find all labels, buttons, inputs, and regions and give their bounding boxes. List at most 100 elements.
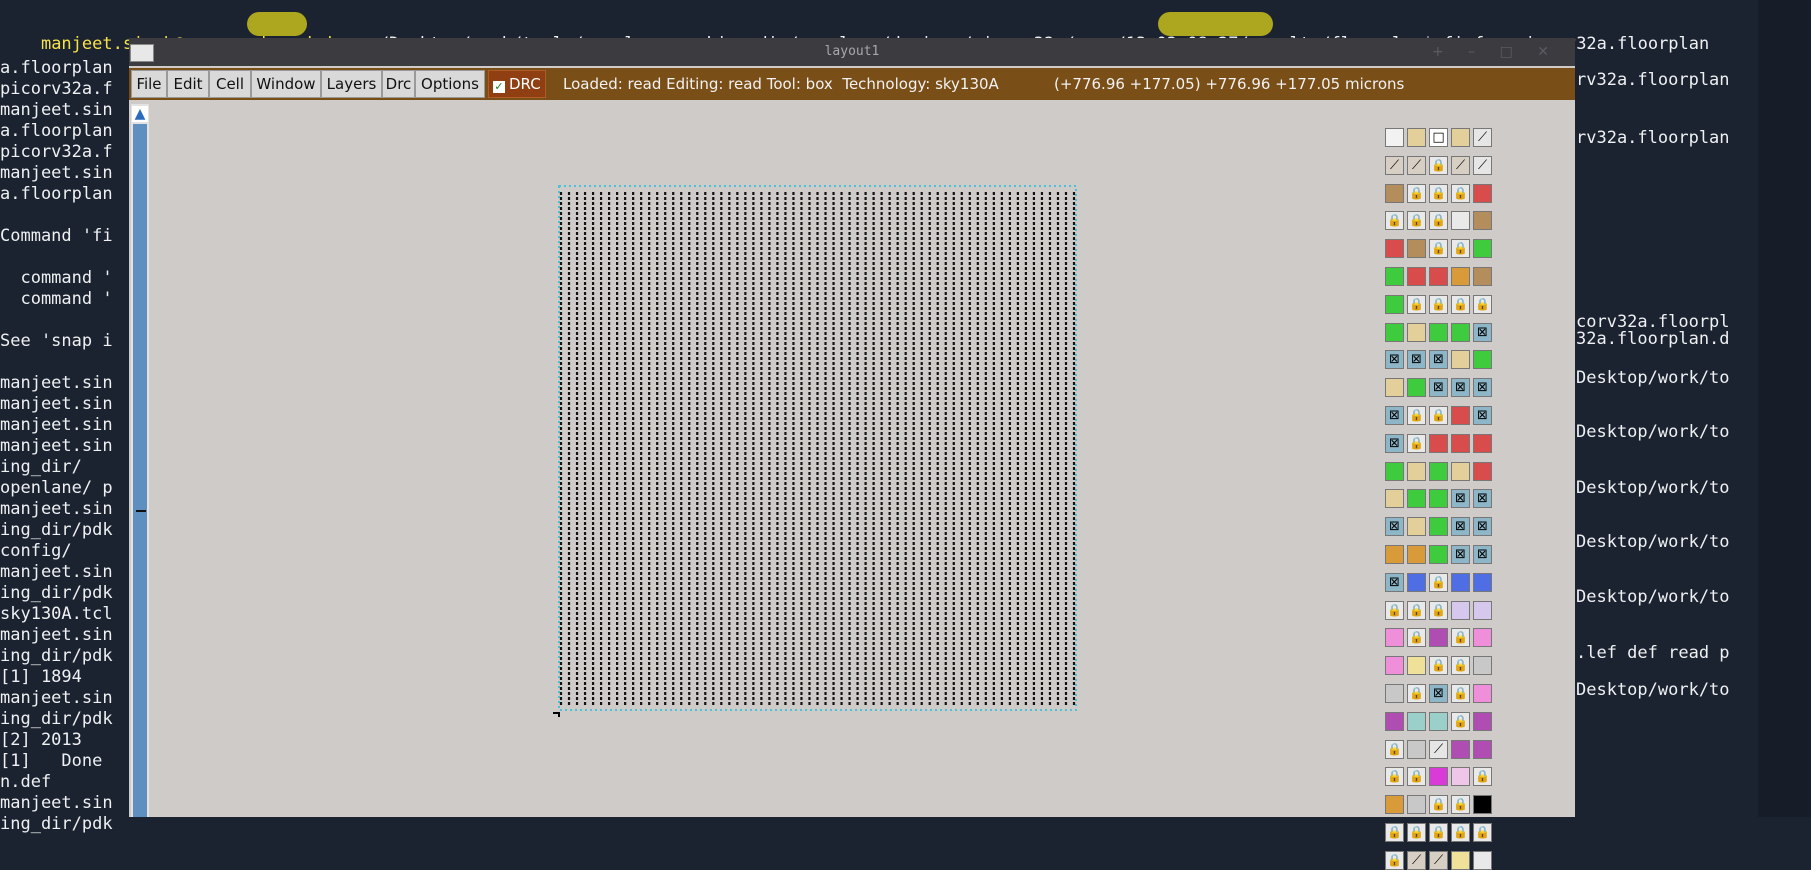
layer-box-icon[interactable]: □ xyxy=(1429,128,1448,147)
menu-cell[interactable]: Cell xyxy=(209,70,251,98)
drc-toggle[interactable]: ✓ DRC xyxy=(488,70,546,98)
layer-cross-icon[interactable]: ⊠ xyxy=(1407,350,1426,370)
layer-cross-icon[interactable]: ⊠ xyxy=(1429,684,1448,703)
layer-blank-icon[interactable] xyxy=(1451,211,1470,231)
layer-lock-icon[interactable] xyxy=(1385,850,1404,870)
layer-lock-icon[interactable] xyxy=(1429,239,1448,259)
layer-tan-icon[interactable] xyxy=(1407,461,1426,481)
layer-lock-icon[interactable] xyxy=(1429,600,1448,620)
layer-lock-icon[interactable] xyxy=(1429,656,1448,676)
layer-lock-icon[interactable] xyxy=(1451,294,1470,314)
layer-lock-icon[interactable] xyxy=(1385,739,1404,759)
menu-options[interactable]: Options xyxy=(415,70,485,98)
layer-hatch-icon[interactable]: ⟋ xyxy=(1451,155,1470,175)
layer-tan-icon[interactable] xyxy=(1407,517,1426,537)
layer-lock-icon[interactable] xyxy=(1451,684,1470,703)
layer-brown-icon[interactable] xyxy=(1473,267,1492,286)
layer-tan-icon[interactable] xyxy=(1451,128,1470,147)
menu-edit[interactable]: Edit xyxy=(167,70,209,98)
layer-tan-icon[interactable] xyxy=(1407,128,1426,147)
layer-grey-icon[interactable] xyxy=(1385,684,1404,703)
layer-lock-icon[interactable] xyxy=(1451,823,1470,842)
layer-lock-icon[interactable] xyxy=(1385,211,1404,231)
layer-cross-icon[interactable]: ⊠ xyxy=(1385,350,1404,370)
layer-grey-icon[interactable] xyxy=(1407,795,1426,815)
layer-green-icon[interactable] xyxy=(1429,489,1448,509)
layer-pink-icon[interactable] xyxy=(1385,628,1404,648)
scrollbar-thumb-marker[interactable] xyxy=(136,510,146,512)
layer-diagonal-icon[interactable]: ⟋ xyxy=(1473,128,1492,147)
layer-green-icon[interactable] xyxy=(1473,350,1492,370)
layer-lock-icon[interactable] xyxy=(1451,183,1470,203)
layer-lock-icon[interactable] xyxy=(1407,433,1426,453)
layer-brown-icon[interactable] xyxy=(1385,183,1404,203)
layer-lavender-icon[interactable] xyxy=(1473,600,1492,620)
layer-lock-icon[interactable] xyxy=(1407,684,1426,703)
layer-lock-icon[interactable] xyxy=(1407,294,1426,314)
layer-green-icon[interactable] xyxy=(1429,545,1448,564)
layer-tan-icon[interactable] xyxy=(1385,489,1404,509)
layer-hatch-icon[interactable]: ⟋ xyxy=(1407,850,1426,870)
vertical-scrollbar[interactable]: ▲ xyxy=(131,104,149,817)
layer-lock-icon[interactable] xyxy=(1429,183,1448,203)
layer-grid-icon[interactable] xyxy=(1385,128,1404,147)
scrollbar-track[interactable] xyxy=(133,124,147,817)
layer-lock-icon[interactable] xyxy=(1407,600,1426,620)
layer-lock-icon[interactable] xyxy=(1385,600,1404,620)
layer-pink-icon[interactable] xyxy=(1473,684,1492,703)
layer-green-icon[interactable] xyxy=(1407,489,1426,509)
layer-lock-icon[interactable] xyxy=(1407,183,1426,203)
layer-red-icon[interactable] xyxy=(1451,406,1470,425)
layer-hatch-icon[interactable]: ⟋ xyxy=(1429,850,1448,870)
layer-lavender-icon[interactable] xyxy=(1451,600,1470,620)
layer-lock-icon[interactable] xyxy=(1429,294,1448,314)
layer-cross-icon[interactable]: ⊠ xyxy=(1385,406,1404,425)
layer-cross-icon[interactable]: ⊠ xyxy=(1385,572,1404,592)
layer-purple-icon[interactable] xyxy=(1473,739,1492,759)
layer-green-icon[interactable] xyxy=(1407,378,1426,398)
layer-pink-icon[interactable] xyxy=(1385,656,1404,676)
layer-lock-icon[interactable] xyxy=(1429,823,1448,842)
layer-cross-icon[interactable]: ⊠ xyxy=(1451,489,1470,509)
layer-lock-icon[interactable] xyxy=(1451,628,1470,648)
layer-yellow-icon[interactable] xyxy=(1451,850,1470,870)
layer-orange-icon[interactable] xyxy=(1385,795,1404,815)
layer-yellow-icon[interactable] xyxy=(1407,656,1426,676)
layer-lock-icon[interactable] xyxy=(1451,239,1470,259)
layer-teal-icon[interactable] xyxy=(1407,711,1426,731)
layer-purple-icon[interactable] xyxy=(1451,739,1470,759)
layer-brown-icon[interactable] xyxy=(1407,239,1426,259)
scroll-up-arrow-icon[interactable]: ▲ xyxy=(132,106,148,122)
layout-canvas[interactable] xyxy=(151,100,1575,817)
layer-cross-icon[interactable]: ⊠ xyxy=(1429,350,1448,370)
layer-hatch-icon[interactable]: ⟋ xyxy=(1407,155,1426,175)
layer-red-icon[interactable] xyxy=(1473,433,1492,453)
layer-cross-icon[interactable]: ⊠ xyxy=(1451,378,1470,398)
layer-green-icon[interactable] xyxy=(1473,239,1492,259)
layer-cross-icon[interactable]: ⊠ xyxy=(1429,378,1448,398)
layer-lock-icon[interactable] xyxy=(1407,406,1426,425)
layer-green-icon[interactable] xyxy=(1385,267,1404,286)
layer-blank-icon[interactable] xyxy=(1473,850,1492,870)
layer-cross-icon[interactable]: ⊠ xyxy=(1473,517,1492,537)
layer-lock-icon[interactable] xyxy=(1429,211,1448,231)
layer-purple-icon[interactable] xyxy=(1429,628,1448,648)
layer-cross-icon[interactable]: ⊠ xyxy=(1473,378,1492,398)
window-titlebar[interactable]: layout1 + – □ ✕ xyxy=(129,38,1575,66)
menu-drc[interactable]: Drc xyxy=(382,70,415,98)
layer-magenta-icon[interactable] xyxy=(1429,767,1448,787)
layer-green-icon[interactable] xyxy=(1451,322,1470,342)
layer-pinkhatch-icon[interactable] xyxy=(1451,767,1470,787)
layer-purple-icon[interactable] xyxy=(1473,711,1492,731)
layer-grey-icon[interactable] xyxy=(1407,739,1426,759)
layer-red-icon[interactable] xyxy=(1385,239,1404,259)
layer-brown-icon[interactable] xyxy=(1473,211,1492,231)
layer-hatch-icon[interactable]: ⟋ xyxy=(1385,155,1404,175)
layer-lock-icon[interactable] xyxy=(1451,656,1470,676)
layer-red-icon[interactable] xyxy=(1429,433,1448,453)
layer-green-icon[interactable] xyxy=(1385,461,1404,481)
layer-cross-icon[interactable]: ⊠ xyxy=(1473,322,1492,342)
layer-red-icon[interactable] xyxy=(1407,267,1426,286)
layer-lock-icon[interactable] xyxy=(1429,155,1448,175)
layer-orange-icon[interactable] xyxy=(1407,545,1426,564)
